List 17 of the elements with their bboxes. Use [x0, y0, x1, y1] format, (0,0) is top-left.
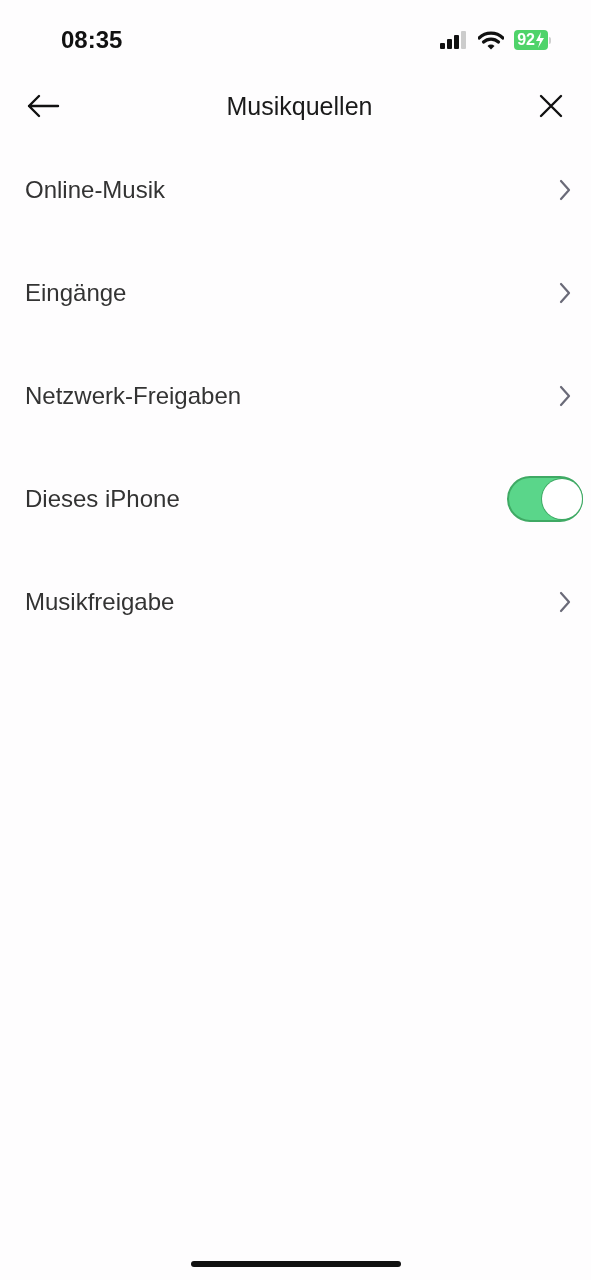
status-time: 08:35	[61, 26, 123, 54]
screen-title: Musikquellen	[226, 91, 373, 121]
back-button[interactable]	[26, 94, 60, 118]
menu-item-label[interactable]: Netzwerk-Freigaben	[25, 381, 242, 410]
close-button[interactable]	[539, 94, 563, 118]
chevron-right-icon[interactable]	[559, 384, 571, 407]
menu-item-label[interactable]: Eingänge	[25, 278, 127, 307]
menu-item-label[interactable]: Dieses iPhone	[25, 484, 180, 513]
toggle-switch[interactable]	[507, 475, 583, 522]
wifi-icon	[478, 30, 505, 50]
signal-icon	[440, 31, 469, 49]
menu-item-label[interactable]: Musikfreigabe	[25, 587, 175, 616]
menu-item-label[interactable]: Online-Musik	[25, 175, 166, 204]
battery-indicator: 92	[514, 30, 551, 50]
chevron-right-icon[interactable]	[559, 178, 571, 201]
chevron-right-icon[interactable]	[559, 281, 571, 304]
chevron-right-icon[interactable]	[559, 590, 571, 613]
